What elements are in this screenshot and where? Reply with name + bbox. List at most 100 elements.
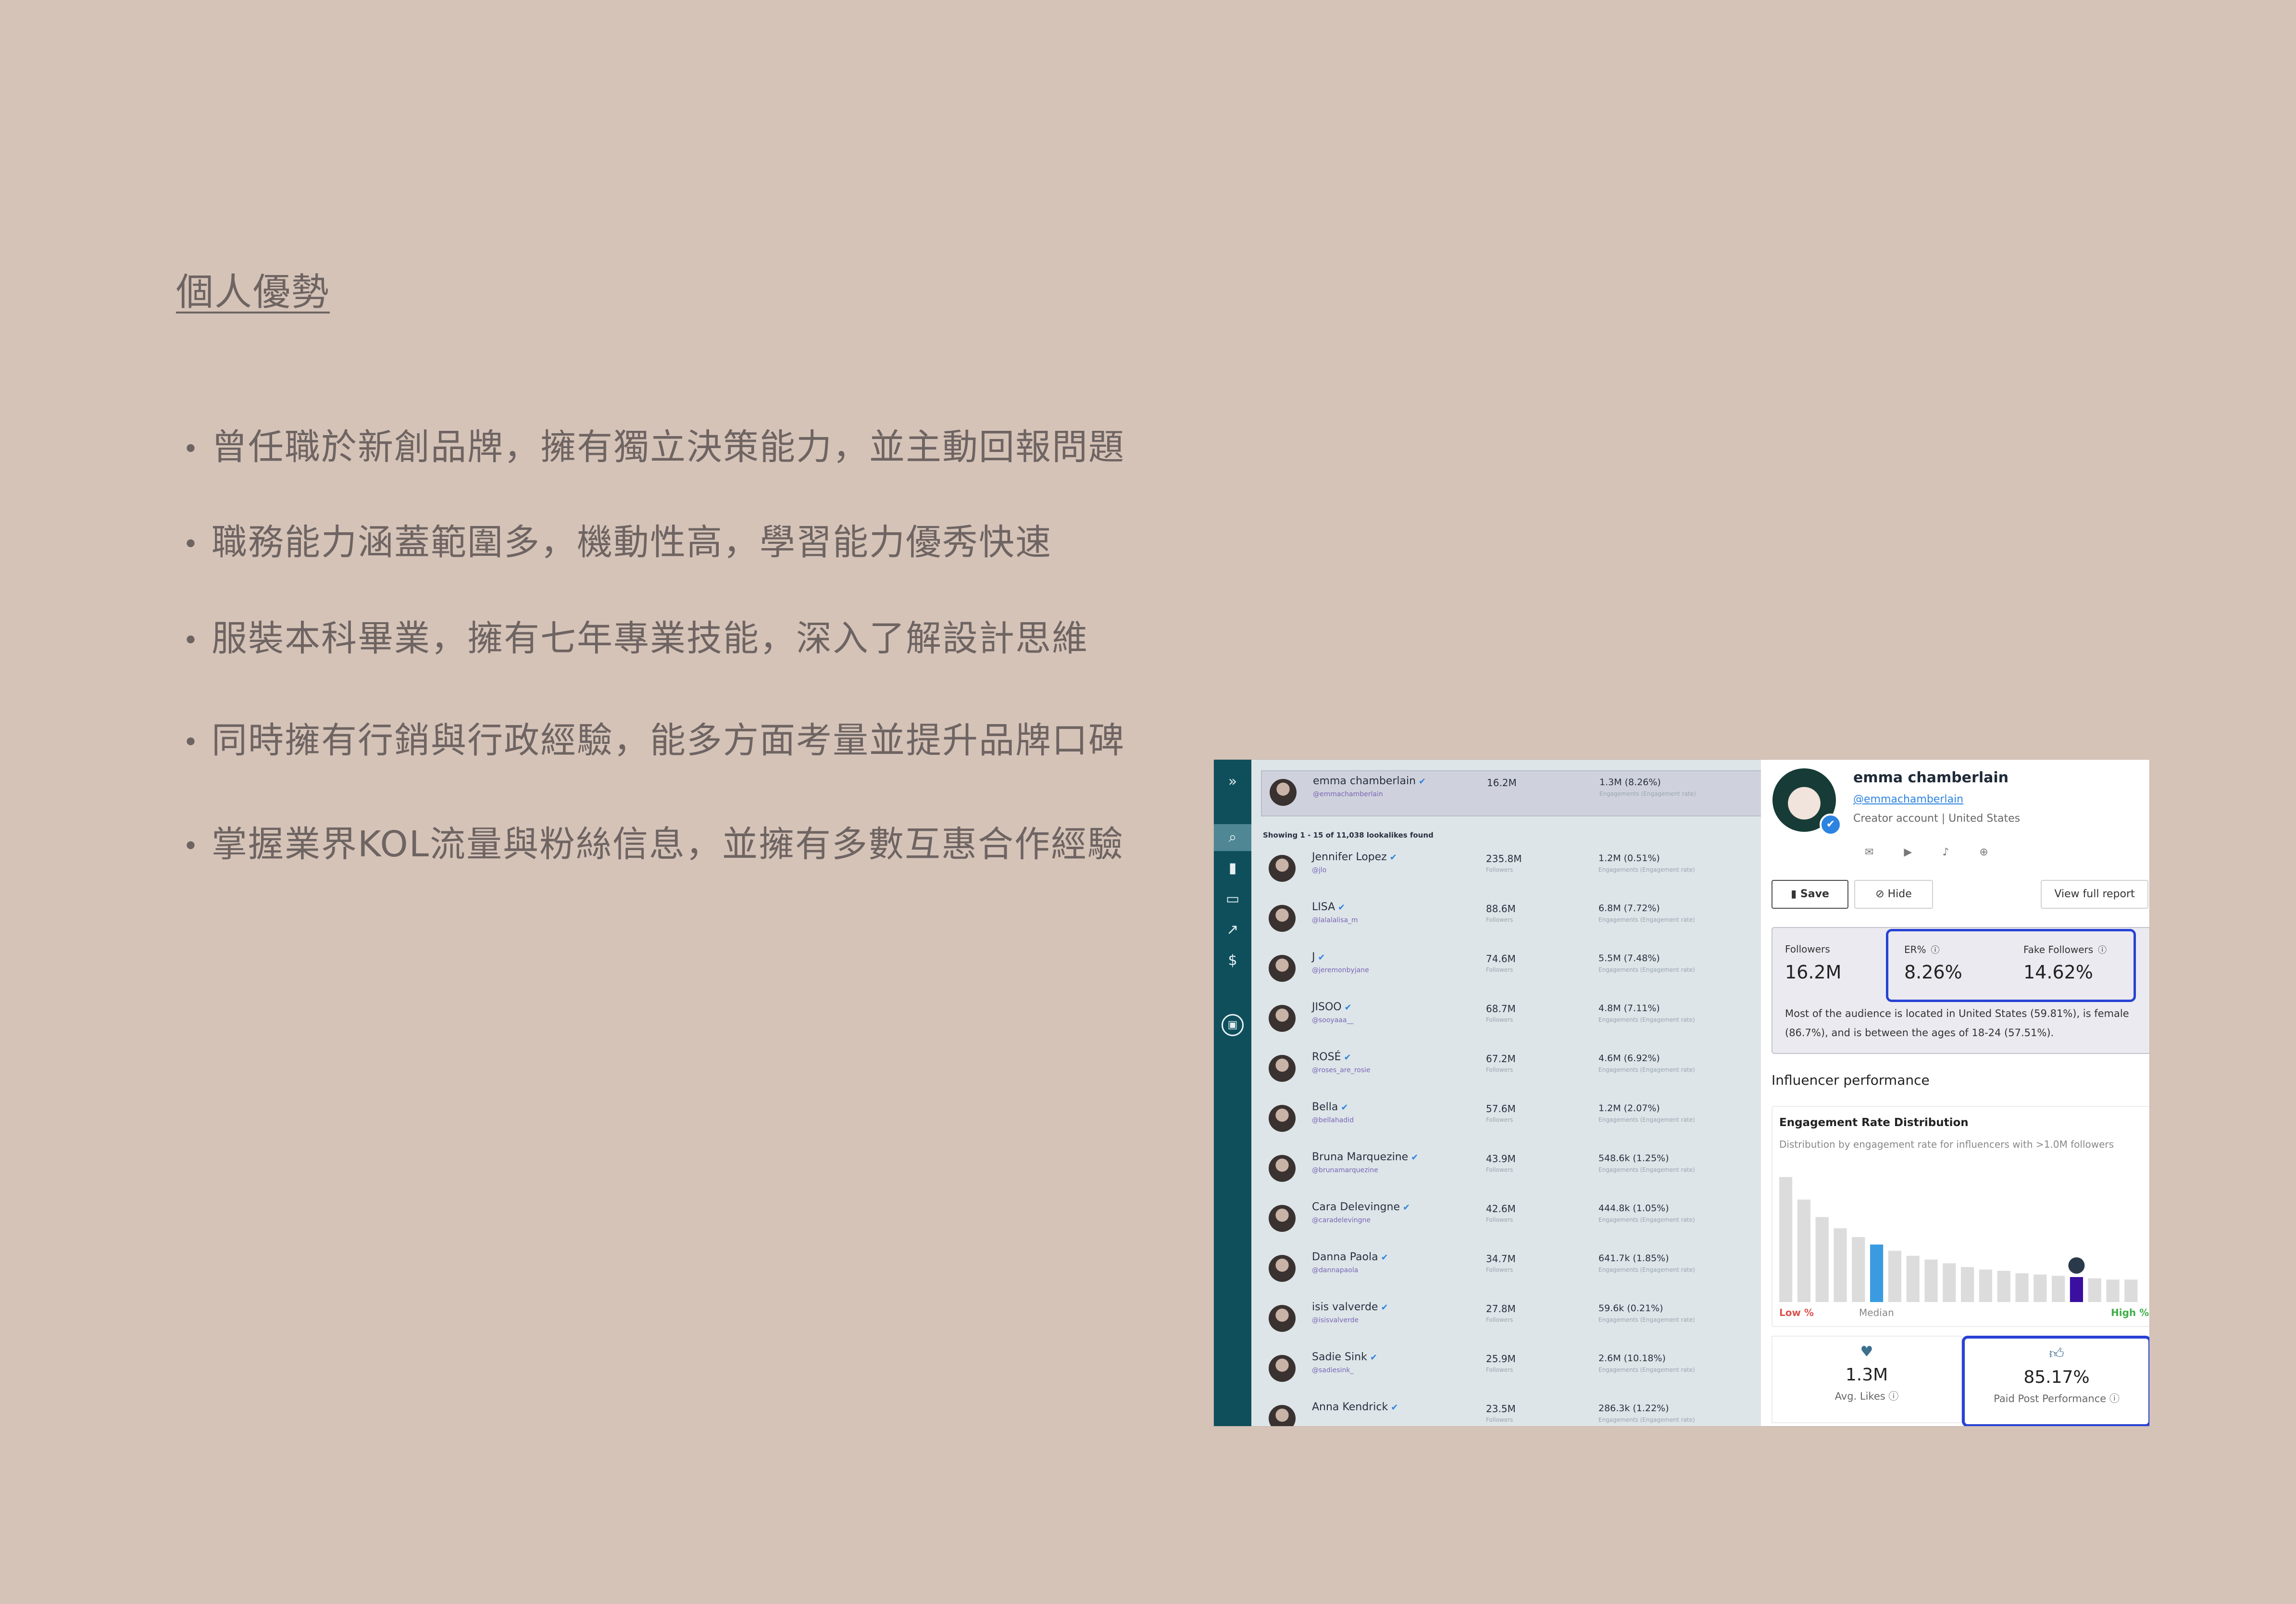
paid-post-value: 85.17%	[2023, 1367, 2090, 1387]
selected-creator-row[interactable]: emma chamberlain ✔ @emmachamberlain 16.2M…	[1261, 770, 1761, 816]
followers-value: 74.6M	[1486, 953, 1516, 965]
creator-handle: @jlo	[1312, 866, 1327, 874]
hide-button[interactable]: ⊘ Hide	[1854, 880, 1933, 909]
followers-label: Followers	[1486, 916, 1513, 923]
verified-icon: ✔	[1381, 1253, 1388, 1263]
profile-name: emma chamberlain	[1853, 769, 2009, 786]
verified-icon: ✔	[1820, 814, 1842, 836]
search-icon[interactable]: ⌕	[1214, 824, 1251, 851]
avatar	[1270, 779, 1297, 806]
median-label: Median	[1859, 1307, 1894, 1318]
info-icon[interactable]: ⓘ	[2109, 1393, 2120, 1404]
avatar	[1269, 1155, 1296, 1182]
creator-name: isis valverde	[1312, 1301, 1378, 1313]
followers-label: Followers	[1486, 1416, 1513, 1423]
high-label: High %	[2111, 1307, 2149, 1318]
creator-row[interactable]: ROSÉ ✔ @roses_are_rosie 67.2M Followers 4.6M …	[1261, 1044, 1761, 1094]
followers-label: Followers	[1486, 1166, 1513, 1173]
engagement-label: Engagements (Engagement rate)	[1598, 1266, 1695, 1273]
engagement-value: 1.2M (0.51%)	[1598, 853, 1660, 864]
creator-name: ROSÉ	[1312, 1051, 1341, 1063]
fake-followers-value: 14.62%	[2023, 962, 2093, 983]
sidebar-rail: » ⌕ ▮ ▭ ↗ $ ▣	[1214, 760, 1251, 1426]
creator-row[interactable]: isis valverde ✔ @isisvalverde 27.8M Follower…	[1261, 1294, 1761, 1344]
avatar	[1269, 905, 1296, 932]
social-icons[interactable]: ✉ ▶ ♪ ⊕	[1865, 846, 2002, 858]
engagement-label: Engagements (Engagement rate)	[1598, 1366, 1695, 1373]
avatar	[1269, 1055, 1296, 1082]
creator-handle: @brunamarquezine	[1312, 1166, 1378, 1174]
engagement-label: Engagements (Engagement rate)	[1598, 1066, 1695, 1073]
paid-post-label: Paid Post Performance	[1994, 1393, 2107, 1404]
creator-row[interactable]: Cara Delevingne ✔ @caradelevingne 42.6M Foll…	[1261, 1194, 1761, 1244]
app-screenshot: » ⌕ ▮ ▭ ↗ $ ▣ emma chamberlain ✔ @emmacha…	[1214, 760, 2149, 1426]
creator-handle: @sooyaaa__	[1312, 1016, 1354, 1024]
profile-handle-link[interactable]: @emmachamberlain	[1853, 793, 1963, 805]
save-button[interactable]: ▮ Save	[1772, 880, 1848, 909]
inbox-icon[interactable]: ▭	[1214, 886, 1251, 913]
creator-row[interactable]: JISOO ✔ @sooyaaa__ 68.7M Followers 4.8M (7.11…	[1261, 994, 1761, 1044]
thumbs-up-icon: 👍︎	[2049, 1345, 2064, 1362]
engagement-value: 2.6M (10.18%)	[1598, 1353, 1666, 1364]
bookmark-icon[interactable]: ▮	[1214, 855, 1251, 882]
creator-handle: @sadiesink_	[1312, 1366, 1354, 1374]
info-icon[interactable]: ⓘ	[2098, 945, 2107, 955]
creator-row[interactable]: Sadie Sink ✔ @sadiesink_ 25.9M Followers 2.6M…	[1261, 1344, 1761, 1394]
chart-bar	[1997, 1271, 2010, 1302]
performance-title: Influencer performance	[1772, 1072, 1930, 1088]
expand-icon[interactable]: »	[1214, 768, 1251, 795]
bookmark-icon: ▮	[1791, 888, 1800, 900]
creator-row[interactable]: Anna Kendrick ✔ 23.5M Followers 286.3k (1.22…	[1261, 1394, 1761, 1426]
engagement-label: Engagements (Engagement rate)	[1598, 916, 1695, 923]
creator-name: Danna Paola	[1312, 1251, 1378, 1263]
engagement-value: 4.6M (6.92%)	[1598, 1053, 1660, 1064]
bullet-item: • 掌握業界KOL流量與粉絲信息，並擁有多數互惠合作經驗	[183, 824, 1124, 865]
followers-value: 43.9M	[1486, 1153, 1516, 1165]
creator-handle: @emmachamberlain	[1313, 790, 1383, 798]
avatar	[1269, 1205, 1296, 1232]
avg-likes-value: 1.3M	[1845, 1365, 1888, 1385]
dollar-icon[interactable]: $	[1214, 947, 1251, 974]
profile-meta: Creator account | United States	[1853, 813, 2021, 825]
creator-name: Bella	[1312, 1101, 1338, 1113]
info-icon[interactable]: ⓘ	[1931, 945, 1940, 955]
creator-name: Anna Kendrick	[1312, 1401, 1388, 1413]
chat-icon[interactable]: ▣	[1214, 1011, 1251, 1038]
followers-value: 27.8M	[1486, 1303, 1516, 1315]
engagement-value: 1.3M (8.26%)	[1599, 777, 1661, 788]
verified-icon: ✔	[1389, 852, 1397, 863]
followers-value: 16.2M	[1487, 777, 1517, 789]
followers-label: Followers	[1486, 1066, 1513, 1073]
avatar	[1269, 1005, 1296, 1032]
creator-handle: @caradelevingne	[1312, 1216, 1371, 1224]
fake-followers-label: Fake Followers	[2023, 944, 2094, 955]
chart-bar	[1870, 1244, 1884, 1302]
paid-post-card: 👍︎ 85.17% Paid Post Performance ⓘ	[1962, 1336, 2149, 1426]
chart-bar	[1797, 1199, 1810, 1302]
chart-bar	[1779, 1177, 1793, 1302]
creator-row[interactable]: Bruna Marquezine ✔ @brunamarquezine 43.9M Fo…	[1261, 1144, 1761, 1194]
chart-bar	[2088, 1278, 2101, 1302]
engagement-value: 444.8k (1.05%)	[1598, 1203, 1669, 1214]
engagement-chart-card: Engagement Rate Distribution Distributio…	[1772, 1106, 2149, 1327]
results-count: Showing 1 - 15 of 11,038 lookalikes foun…	[1263, 831, 1434, 840]
creator-row[interactable]: Jennifer Lopez ✔ @jlo 235.8M Followers 1.2M (…	[1261, 844, 1761, 894]
followers-value: 16.2M	[1785, 962, 1842, 983]
followers-value: 34.7M	[1486, 1253, 1516, 1265]
info-icon[interactable]: ⓘ	[1888, 1391, 1898, 1402]
followers-value: 88.6M	[1486, 903, 1516, 915]
creator-row[interactable]: J ✔ @jeremonbyjane 74.6M Followers 5.5M (7.48…	[1261, 944, 1761, 994]
avatar	[1269, 1105, 1296, 1132]
creator-name: Cara Delevingne	[1312, 1201, 1400, 1213]
trending-icon[interactable]: ↗	[1214, 916, 1251, 943]
creator-name: Sadie Sink	[1312, 1351, 1367, 1363]
view-full-report-button[interactable]: View full report	[2041, 880, 2148, 909]
engagement-label: Engagements (Engagement rate)	[1598, 1416, 1695, 1423]
creator-row[interactable]: Danna Paola ✔ @dannapaola 34.7M Followers 641…	[1261, 1244, 1761, 1294]
creator-row[interactable]: LISA ✔ @lalalalisa_m 88.6M Followers 6.8M (7.…	[1261, 894, 1761, 944]
avg-likes-card: ♥ 1.3M Avg. Likes ⓘ	[1772, 1336, 1962, 1423]
engagement-label: Engagements (Engagement rate)	[1598, 1166, 1695, 1173]
creator-row[interactable]: Bella ✔ @bellahadid 57.6M Followers 1.2M (2.0…	[1261, 1094, 1761, 1144]
creator-handle: @bellahadid	[1312, 1116, 1354, 1124]
bullet-item: • 曾任職於新創品牌，擁有獨立決策能力，並主動回報問題	[183, 426, 1125, 468]
